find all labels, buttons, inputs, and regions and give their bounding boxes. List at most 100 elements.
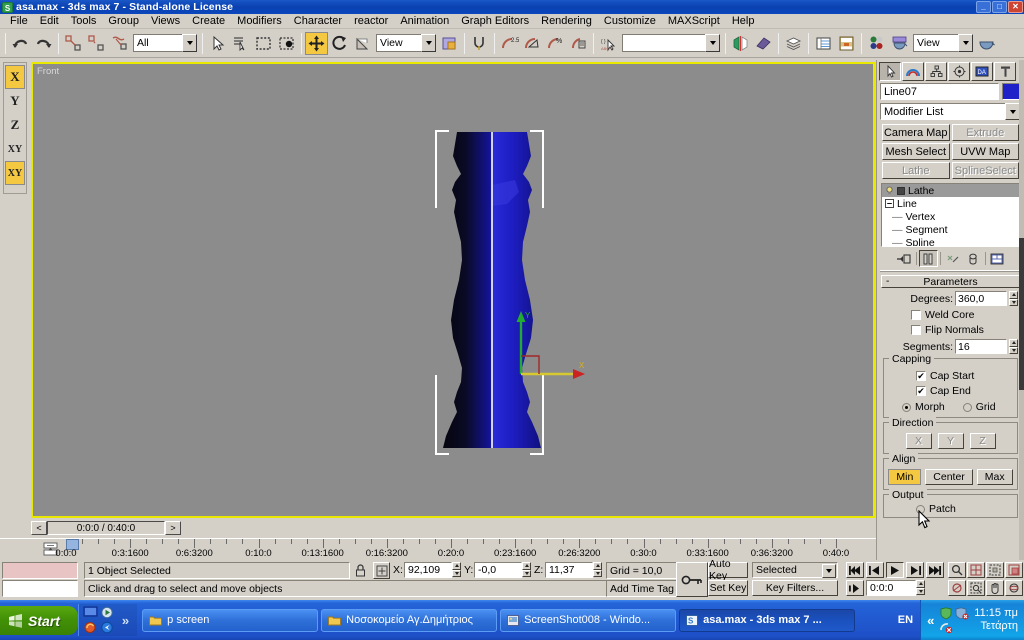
expand-minus-icon[interactable] [885,199,894,208]
morph-radio[interactable] [902,402,911,412]
flip-normals-checkbox[interactable] [911,325,921,335]
key-filters-button[interactable]: Key Filters... [752,580,838,596]
spline-select-button[interactable]: SplineSelect [951,162,1019,179]
mirror-objects-icon[interactable] [729,31,752,55]
previous-frame-icon[interactable] [866,562,884,578]
language-indicator[interactable]: EN [891,614,920,626]
remove-modifier-icon[interactable] [963,250,983,267]
material-editor-icon[interactable] [865,31,888,55]
camera-map-button[interactable]: Camera Map [882,124,950,141]
track-bar[interactable]: 0:0:0 0:3:1600 0:6:3200 0:10:0 0:13:1600 0:16… [0,538,878,560]
axis-constraint-x[interactable]: X [5,65,25,89]
internet-explorer-icon[interactable] [100,621,115,634]
align-min-button[interactable]: Min [888,469,922,485]
direction-z-button[interactable]: Z [969,433,996,449]
stack-subitem-spline[interactable]: — Spline [882,236,1019,247]
pan-view-icon[interactable] [986,580,1004,596]
maximize-button[interactable]: □ [992,1,1007,13]
time-slider-prev[interactable]: < [31,521,47,535]
menu-item-animation[interactable]: Animation [394,14,455,28]
cap-start-row[interactable]: ✔ Cap Start [916,370,1013,382]
quick-launch-overflow-icon[interactable]: » [118,613,133,628]
curve-editor-icon[interactable] [812,31,835,55]
zoom-all-icon[interactable] [967,562,985,578]
arc-rotate-icon[interactable] [1005,580,1023,596]
create-tab[interactable] [879,62,901,81]
rollout-collapse-icon[interactable]: - [886,276,889,287]
make-unique-icon[interactable] [942,250,962,267]
select-and-link-icon[interactable] [62,31,85,55]
select-and-move-icon[interactable] [305,31,328,55]
segments-spinner[interactable] [1009,339,1018,354]
close-button[interactable]: ✕ [1008,1,1023,13]
menu-item-character[interactable]: Character [288,14,348,28]
x-spinner[interactable] [452,562,461,577]
quick-render-icon[interactable] [975,31,998,55]
flip-normals-row[interactable]: Flip Normals [911,324,1024,336]
scrollbar-thumb[interactable] [1019,238,1024,390]
menu-item-edit[interactable]: Edit [34,14,65,28]
modifier-stack[interactable]: Lathe Line — Vertex — Segment — Spline [881,183,1020,247]
grid-radio-row[interactable]: Grid [962,401,996,413]
configure-modifier-sets-icon[interactable] [987,250,1007,267]
lock-selection-icon[interactable] [354,563,367,578]
time-slider-next[interactable]: > [165,521,181,535]
direction-x-button[interactable]: X [905,433,932,449]
axis-constraint-y[interactable]: Y [5,89,25,113]
unlink-selection-icon[interactable] [85,31,108,55]
grid-radio[interactable] [962,402,972,412]
named-selection-sets-dropdown[interactable] [622,34,720,52]
percent-snap-toggle-icon[interactable] [521,31,544,55]
rectangular-selection-region-icon[interactable] [252,31,275,55]
redo-icon[interactable] [32,31,55,55]
z-coordinate-field[interactable]: 11,37 [545,562,593,578]
current-frame-field[interactable]: 0:0:0 [866,580,916,596]
render-type-dropdown[interactable]: View [913,34,973,52]
media-player-icon[interactable] [100,606,115,619]
taskbar-item-nosokomeio[interactable]: Νοσοκομείο Αγ.Δημήτριος [321,608,498,632]
go-to-end-icon[interactable] [926,562,944,578]
absolute-relative-transform-icon[interactable] [373,562,390,579]
layer-manager-icon[interactable] [782,31,805,55]
mesh-select-button[interactable]: Mesh Select [882,143,950,160]
menu-item-graph-editors[interactable]: Graph Editors [455,14,535,28]
taskbar-item-3dsmax[interactable]: S asa.max - 3ds max 7 ... [679,608,856,632]
chevron-down-icon[interactable] [1005,103,1020,120]
zoom-extents-all-icon[interactable] [1005,562,1023,578]
segments-field[interactable]: 16 [955,339,1007,354]
degrees-field[interactable]: 360,0 [955,291,1007,306]
go-to-start-icon[interactable] [846,562,864,578]
parameters-rollout-header[interactable]: - Parameters [881,275,1020,288]
y-coordinate-field[interactable]: -0,0 [474,562,522,578]
show-end-result-icon[interactable] [918,250,938,267]
extrude-button[interactable]: Extrude [951,124,1019,141]
menu-item-rendering[interactable]: Rendering [535,14,598,28]
time-slider-value[interactable]: 0:0:0 / 0:40:0 [47,521,165,535]
maxscript-listener-pink[interactable] [2,562,78,579]
patch-radio[interactable] [916,504,925,514]
viewport-label[interactable]: Front [37,66,59,77]
object-name-input[interactable]: Line07 [880,83,999,100]
align-tool-icon[interactable] [752,31,775,55]
reference-coordinate-dropdown[interactable]: View [376,34,436,52]
antivirus-alert-icon[interactable] [955,606,969,620]
set-key-button[interactable]: Set Key [708,580,748,596]
stack-subitem-vertex[interactable]: — Vertex [882,210,1019,223]
current-frame-spinner[interactable] [916,580,925,595]
light-bulb-icon[interactable] [885,186,894,195]
show-desktop-icon[interactable] [83,606,98,619]
select-object-icon[interactable] [206,31,229,55]
menu-item-reactor[interactable]: reactor [348,14,394,28]
hierarchy-tab[interactable] [925,62,947,81]
taskbar-item-p-screen[interactable]: p screen [142,608,319,632]
modify-tab[interactable] [902,62,924,81]
menu-item-customize[interactable]: Customize [598,14,662,28]
key-mode-toggle-icon[interactable] [676,562,708,597]
selection-level-dropdown[interactable]: Selected [752,562,838,578]
motion-tab[interactable] [948,62,970,81]
align-center-button[interactable]: Center [925,469,973,485]
window-crossing-icon[interactable] [275,31,298,55]
viewport-front[interactable]: Front Y X [31,62,875,518]
firefox-icon[interactable] [83,621,98,634]
clock[interactable]: 11:15 πμ Τετάρτη [974,607,1018,633]
